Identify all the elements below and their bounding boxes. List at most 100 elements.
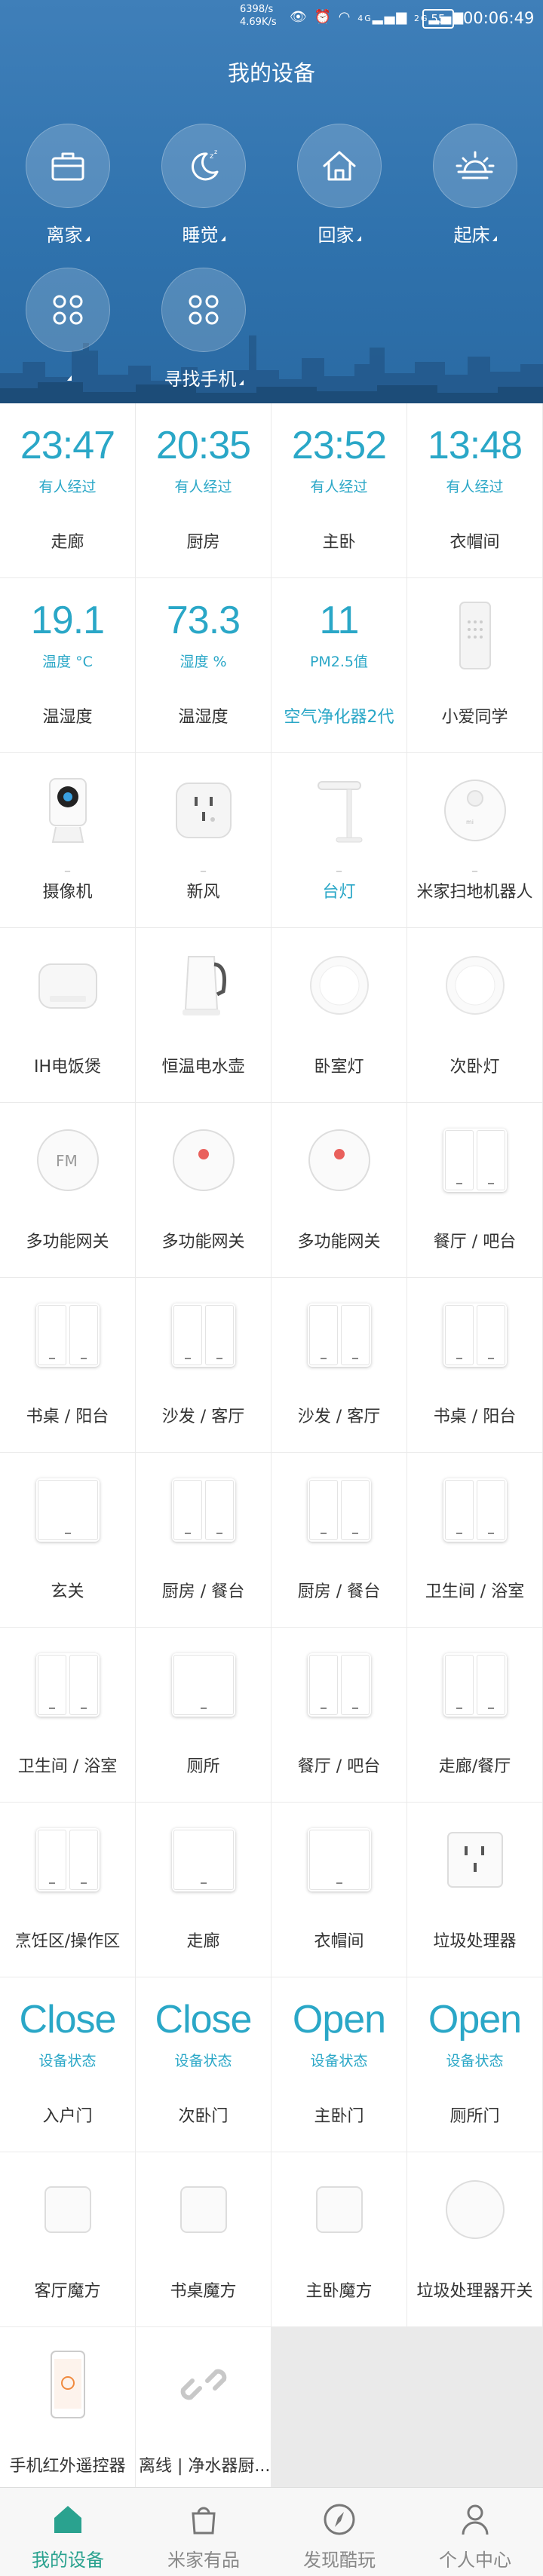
camera-icon bbox=[30, 773, 106, 848]
scene-label: 睡觉 bbox=[158, 220, 249, 247]
page-title: 我的设备 bbox=[227, 60, 315, 86]
device-card[interactable]: 卫生间 / 浴室 bbox=[0, 1628, 135, 1802]
device-name: 新风 bbox=[186, 883, 220, 902]
device-card[interactable]: 玄关 bbox=[0, 1453, 135, 1627]
rice-cooker-icon bbox=[30, 948, 106, 1023]
device-name: 沙发 / 客厅 bbox=[297, 1407, 381, 1426]
device-card[interactable]: 23:52 有人经过 主卧 bbox=[272, 403, 406, 577]
device-name: 卧室灯 bbox=[314, 1058, 364, 1077]
scene-2[interactable]: z z 睡觉 bbox=[158, 124, 249, 247]
device-card[interactable]: 小爱同学 bbox=[407, 578, 542, 752]
double-wall-switch-icon bbox=[30, 1822, 106, 1898]
device-card[interactable]: 卫生间 / 浴室 bbox=[407, 1453, 542, 1627]
bottom-tab-bar: 我的设备 米家有品 发现酷玩 个人中心 bbox=[0, 2487, 543, 2576]
device-card[interactable]: – 摄像机 bbox=[0, 753, 135, 927]
device-card[interactable]: 73.3 湿度 % 温湿度 bbox=[136, 578, 271, 752]
scene-5[interactable] bbox=[23, 268, 113, 385]
device-card[interactable]: 次卧灯 bbox=[407, 928, 542, 1102]
device-card[interactable]: Open 设备状态 厕所门 bbox=[407, 1977, 542, 2152]
tab-1[interactable]: 我的设备 bbox=[0, 2488, 136, 2576]
scene-label bbox=[23, 364, 113, 385]
battery-indicator: 55 bbox=[422, 9, 454, 29]
device-card[interactable]: FM 多功能网关 bbox=[0, 1103, 135, 1277]
device-card[interactable]: – 台灯 bbox=[272, 753, 406, 927]
device-value-label: 有人经过 bbox=[310, 479, 368, 495]
device-value: 19.1 bbox=[30, 599, 105, 642]
device-name: 多功能网关 bbox=[26, 1233, 109, 1251]
net-speed-down: 4.69K/s bbox=[240, 17, 277, 28]
device-name: 次卧门 bbox=[178, 2107, 229, 2126]
device-card[interactable]: – 新风 bbox=[136, 753, 271, 927]
device-card[interactable]: 沙发 / 客厅 bbox=[272, 1278, 406, 1452]
device-card[interactable]: 餐厅 / 吧台 bbox=[407, 1103, 542, 1277]
device-card[interactable]: 书桌魔方 bbox=[136, 2152, 271, 2326]
device-card[interactable]: 客厅魔方 bbox=[0, 2152, 135, 2326]
device-card[interactable]: 卧室灯 bbox=[272, 928, 406, 1102]
device-value-label: 设备状态 bbox=[446, 2053, 504, 2069]
device-card[interactable]: 恒温电水壶 bbox=[136, 928, 271, 1102]
svg-text:FM: FM bbox=[56, 1152, 78, 1170]
scene-6[interactable]: 寻找手机 bbox=[158, 268, 249, 391]
device-value-label: 设备状态 bbox=[174, 2053, 232, 2069]
device-card[interactable]: Close 设备状态 入户门 bbox=[0, 1977, 135, 2152]
device-value: Close bbox=[155, 1998, 253, 2042]
tab-3[interactable]: 发现酷玩 bbox=[272, 2488, 407, 2576]
device-name: 多功能网关 bbox=[297, 1233, 381, 1251]
device-card[interactable]: 书桌 / 阳台 bbox=[407, 1278, 542, 1452]
scene-4[interactable]: 起床 bbox=[430, 124, 520, 247]
device-name: 厨房 / 餐台 bbox=[161, 1582, 245, 1601]
svg-text:mi: mi bbox=[466, 819, 474, 825]
device-card[interactable]: 沙发 / 客厅 bbox=[136, 1278, 271, 1452]
single-wall-switch-icon bbox=[166, 1647, 241, 1723]
device-card[interactable]: 厨房 / 餐台 bbox=[136, 1453, 271, 1627]
scene-label: 回家 bbox=[294, 220, 385, 247]
device-card[interactable]: 19.1 温度 °C 温湿度 bbox=[0, 578, 135, 752]
device-card[interactable]: 主卧魔方 bbox=[272, 2152, 406, 2326]
device-card[interactable]: IH电饭煲 bbox=[0, 928, 135, 1102]
desk-lamp-icon bbox=[302, 773, 377, 848]
scene-1[interactable]: 离家 bbox=[23, 124, 113, 247]
wifi-icon: ◠ bbox=[338, 9, 352, 25]
device-grid: 23:47 有人经过 走廊 20:35 有人经过 厨房 23:52 有人经过 主卧 13:48 有人… bbox=[0, 403, 543, 2501]
device-value: Open bbox=[428, 1998, 522, 2042]
device-card[interactable]: 烹饪区/操作区 bbox=[0, 1803, 135, 1977]
device-card[interactable]: 手机红外遥控器 bbox=[0, 2327, 135, 2501]
device-card[interactable]: 多功能网关 bbox=[136, 1103, 271, 1277]
device-name: 厕所 bbox=[186, 1757, 220, 1776]
svg-text:z: z bbox=[214, 149, 217, 155]
device-card[interactable]: 离线 | 净水器厨... bbox=[136, 2327, 271, 2501]
device-card[interactable]: 多功能网关 bbox=[272, 1103, 406, 1277]
device-card[interactable]: 厕所 bbox=[136, 1628, 271, 1802]
tab-2[interactable]: 米家有品 bbox=[136, 2488, 272, 2576]
device-card[interactable]: 垃圾处理器 bbox=[407, 1803, 542, 1977]
device-value-label: 设备状态 bbox=[310, 2053, 368, 2069]
device-card[interactable]: 23:47 有人经过 走廊 bbox=[0, 403, 135, 577]
device-card[interactable]: 走廊/餐厅 bbox=[407, 1628, 542, 1802]
tab-label: 我的设备 bbox=[32, 2550, 104, 2571]
person-icon bbox=[457, 2501, 493, 2538]
device-card[interactable]: 厨房 / 餐台 bbox=[272, 1453, 406, 1627]
single-wall-switch-icon bbox=[166, 1822, 241, 1898]
double-wall-switch-icon bbox=[166, 1472, 241, 1548]
device-name: 走廊 bbox=[51, 533, 84, 552]
device-card[interactable]: 11 PM2.5值 空气净化器2代 bbox=[272, 578, 406, 752]
device-card[interactable]: 餐厅 / 吧台 bbox=[272, 1628, 406, 1802]
scene-3[interactable]: 回家 bbox=[294, 124, 385, 247]
device-card[interactable]: 垃圾处理器开关 bbox=[407, 2152, 542, 2326]
network-speed: 6398/s 4.69K/s bbox=[240, 3, 285, 29]
device-card[interactable]: 衣帽间 bbox=[272, 1803, 406, 1977]
device-card[interactable]: 走廊 bbox=[136, 1803, 271, 1977]
tab-4[interactable]: 个人中心 bbox=[407, 2488, 543, 2576]
grid-scene-icon bbox=[26, 268, 110, 352]
compass-icon bbox=[321, 2501, 357, 2538]
chain-link-icon bbox=[166, 2347, 241, 2422]
device-card[interactable]: mi – 米家扫地机器人 bbox=[407, 753, 542, 927]
device-card[interactable]: Close 设备状态次卧门 bbox=[136, 1977, 271, 2152]
scene-label: 起床 bbox=[430, 220, 520, 247]
device-card[interactable]: Open 设备状态 主卧门 bbox=[272, 1977, 406, 2152]
device-card[interactable]: 书桌 / 阳台 bbox=[0, 1278, 135, 1452]
device-card[interactable]: 13:48 有人经过 衣帽间 bbox=[407, 403, 542, 577]
alarm-icon: ⏰ bbox=[314, 9, 333, 25]
device-card[interactable]: 20:35 有人经过 厨房 bbox=[136, 403, 271, 577]
device-name: 温湿度 bbox=[178, 708, 229, 727]
